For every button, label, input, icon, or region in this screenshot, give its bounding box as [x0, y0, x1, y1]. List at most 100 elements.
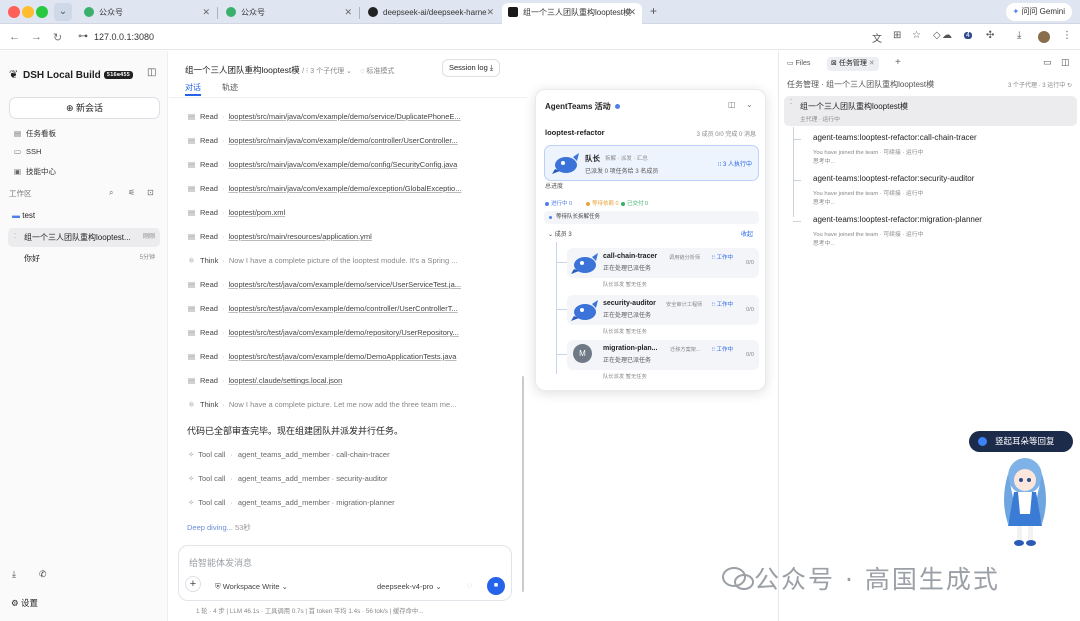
forward-icon[interactable]: → [31, 31, 42, 43]
add-tab-icon[interactable]: + [895, 57, 901, 68]
stop-button[interactable]: ■ [487, 577, 505, 595]
file-path-link[interactable]: looptest/src/main/resources/application.… [228, 232, 371, 241]
browser-tab-2[interactable]: 公众号 ✕ [220, 3, 358, 24]
bookmark-star-icon[interactable]: ☆ [912, 30, 921, 41]
tab-conversation[interactable]: 对话 [185, 82, 201, 93]
file-path-link[interactable]: looptest/src/test/java/com/example/demo/… [228, 304, 457, 313]
new-tab-button[interactable]: + [650, 4, 657, 18]
permission-select[interactable]: ⛨ Workspace Write ⌄ [215, 582, 288, 592]
file-path-link[interactable]: looptest/.claude/settings.local.json [228, 376, 342, 385]
read-row[interactable]: ▤ Read · looptest/pom.xml [188, 208, 508, 222]
model-select[interactable]: deepseek-v4-pro ⌄ [377, 582, 442, 591]
subagents-dropdown[interactable]: ⁝ 3 个子代理 ⌄ [306, 68, 352, 75]
file-path-link[interactable]: looptest/src/test/java/com/example/demo/… [228, 328, 458, 337]
sidebar-item-ssh[interactable]: ▭ SSH [14, 147, 41, 156]
panel-right-icon[interactable]: ◫ [1061, 57, 1070, 68]
read-row[interactable]: ▤ Read · looptest/src/test/java/com/example… [188, 328, 508, 342]
install-icon[interactable]: ⊞ [893, 30, 901, 41]
close-tab-icon[interactable]: ✕ [869, 60, 875, 67]
waiting-reply-button[interactable]: 竖起耳朵等回复 [969, 431, 1073, 452]
tab-search-chevron-icon[interactable]: ⌄ [54, 3, 72, 21]
sidebar-item-kanban[interactable]: ▤ 任务看板 [14, 128, 56, 139]
menu-kebab-icon[interactable]: ⋮ [1062, 30, 1072, 41]
extension-badge-icon[interactable]: 4 [964, 32, 972, 39]
attach-button[interactable]: + [185, 576, 201, 592]
minimize-window-button[interactable] [22, 6, 34, 18]
close-tab-icon[interactable]: ✕ [486, 3, 494, 22]
subtask-title[interactable]: agent-teams:looptest-refactor:call-chain… [813, 133, 977, 142]
profile-avatar[interactable] [1038, 31, 1050, 43]
file-path-link[interactable]: looptest/src/main/java/com/example/demo/… [228, 184, 461, 193]
read-row[interactable]: ▤ Read · looptest/src/main/java/com/example… [188, 184, 508, 198]
sidebar-item-skills[interactable]: ▣ 技能中心 [14, 166, 56, 177]
file-path-link[interactable]: looptest/src/main/java/com/example/demo/… [228, 112, 460, 121]
mode-toggle[interactable]: ◌ 标准模式 [360, 68, 394, 75]
close-tab-icon[interactable]: ✕ [628, 3, 636, 22]
read-row[interactable]: ▤ Read · looptest/src/test/java/com/example… [188, 304, 508, 318]
read-row[interactable]: ▤ Read · looptest/src/main/java/com/example… [188, 160, 508, 174]
session-item[interactable]: ⁚ 组一个三人团队重构looptest... 刚刚 [8, 228, 160, 247]
settings-button[interactable]: ⚙ 设置 [11, 597, 38, 609]
collapse-button[interactable]: 收起 [741, 229, 753, 238]
leader-card[interactable]: 队长 拆解 · 派发 · 汇总 已派发 0 项任务给 3 名成员 ⁝⁝ 3 人执… [544, 145, 759, 181]
subtask-title[interactable]: agent-teams:looptest-refactor:migration-… [813, 215, 982, 224]
read-row[interactable]: ▤ Read · looptest/src/main/java/com/example… [188, 136, 508, 150]
think-row[interactable]: ⚛ Think · Now I have a complete picture. Le… [188, 400, 508, 414]
panel-layout-icon[interactable]: ◫ [728, 100, 736, 109]
folder-test[interactable]: ▬ test [12, 211, 35, 220]
member-card[interactable]: M migration-plan... 迁移方案架... ⁝⁝ 工作中 0/0 … [567, 340, 759, 370]
puzzle-icon[interactable]: ✣ [986, 30, 994, 41]
scrollbar[interactable] [522, 376, 524, 592]
filter-icon[interactable]: ⚟ [128, 188, 135, 197]
search-icon[interactable]: ⌕ [109, 188, 113, 198]
member-card[interactable]: call-chain-tracer 调用链分析师 ⁝⁝ 工作中 0/0 正在处理… [567, 248, 759, 278]
zoom-window-button[interactable] [36, 6, 48, 18]
member-card[interactable]: security-auditor 安全审计工程师 ⁝⁝ 工作中 0/0 正在处理… [567, 295, 759, 325]
message-input[interactable]: 给智能体发消息 [189, 556, 252, 569]
browser-tab-1[interactable]: 公众号 ✕ [78, 3, 216, 24]
refresh-icon[interactable]: ↻ [1067, 83, 1072, 89]
browser-tab-3[interactable]: deepseek-ai/deepseek-harne ✕ [362, 3, 500, 24]
new-folder-icon[interactable]: ⊡ [147, 188, 154, 197]
tab-trajectory[interactable]: 轨迹 [222, 82, 238, 93]
file-path-link[interactable]: looptest/src/test/java/com/example/demo/… [228, 280, 461, 289]
phone-icon[interactable]: ✆ [39, 569, 47, 580]
new-chat-button[interactable]: ⊕ 新会话 [9, 97, 160, 119]
back-icon[interactable]: ← [9, 31, 20, 43]
subtask-title[interactable]: agent-teams:looptest-refactor:security-a… [813, 174, 974, 183]
reload-icon[interactable]: ↻ [53, 31, 62, 44]
chevron-down-icon[interactable]: ⌄ [746, 100, 753, 109]
think-row[interactable]: ⚛ Think · Now I have a complete picture of … [188, 256, 508, 270]
url-field[interactable]: 127.0.0.1:3080 [94, 32, 154, 42]
read-row[interactable]: ▤ Read · looptest/src/main/resources/applic… [188, 232, 508, 246]
browser-tab-4[interactable]: 组一个三人团队重构looptest模 ✕ [502, 3, 642, 24]
read-row[interactable]: ▤ Read · looptest/.claude/settings.local.js… [188, 376, 508, 390]
download-icon[interactable]: ⤓ [12, 569, 16, 580]
file-path-link[interactable]: looptest/src/main/java/com/example/demo/… [228, 160, 457, 169]
sidebar-toggle-icon[interactable]: ◫ [147, 67, 156, 78]
download-icon[interactable]: ⤓ [1017, 30, 1021, 41]
read-row[interactable]: ▤ Read · looptest/src/main/java/com/example… [188, 112, 508, 126]
panel-bottom-icon[interactable]: ▭ [1043, 57, 1052, 68]
session-item[interactable]: 你好 5分钟 [8, 249, 160, 268]
read-row[interactable]: ▤ Read · looptest/src/test/java/com/example… [188, 280, 508, 294]
file-path-link[interactable]: looptest/pom.xml [228, 208, 285, 217]
close-window-button[interactable] [8, 6, 20, 18]
session-log-button[interactable]: Session log ⤓ [442, 59, 501, 77]
tab-files[interactable]: ▭ Files [783, 57, 814, 71]
gemini-button[interactable]: ✦ 问问 Gemini [1005, 3, 1072, 21]
cloud-icon[interactable]: ☁ [942, 30, 952, 41]
file-path-link[interactable]: looptest/src/test/java/com/example/demo/… [228, 352, 456, 361]
translate-icon[interactable]: 文 [872, 30, 882, 45]
tool-call-row[interactable]: ✧ Tool call · agent_teams_add_member · cal… [188, 450, 390, 459]
read-row[interactable]: ▤ Read · looptest/src/test/java/com/example… [188, 352, 508, 366]
close-tab-icon[interactable]: ✕ [344, 3, 352, 22]
close-tab-icon[interactable]: ✕ [202, 3, 210, 22]
site-info-icon[interactable]: ⊶ [78, 31, 88, 42]
tab-task-manager[interactable]: ⊠ 任务管理 ✕ [827, 57, 879, 71]
tool-call-row[interactable]: ✧ Tool call · agent_teams_add_member · mig… [188, 498, 395, 507]
file-path-link[interactable]: looptest/src/main/java/com/example/demo/… [228, 136, 457, 145]
members-toggle[interactable]: ⌄ 成员 3 [548, 229, 572, 238]
extension-icon[interactable]: ◇ [933, 30, 941, 41]
tool-call-row[interactable]: ✧ Tool call · agent_teams_add_member · sec… [188, 474, 388, 483]
